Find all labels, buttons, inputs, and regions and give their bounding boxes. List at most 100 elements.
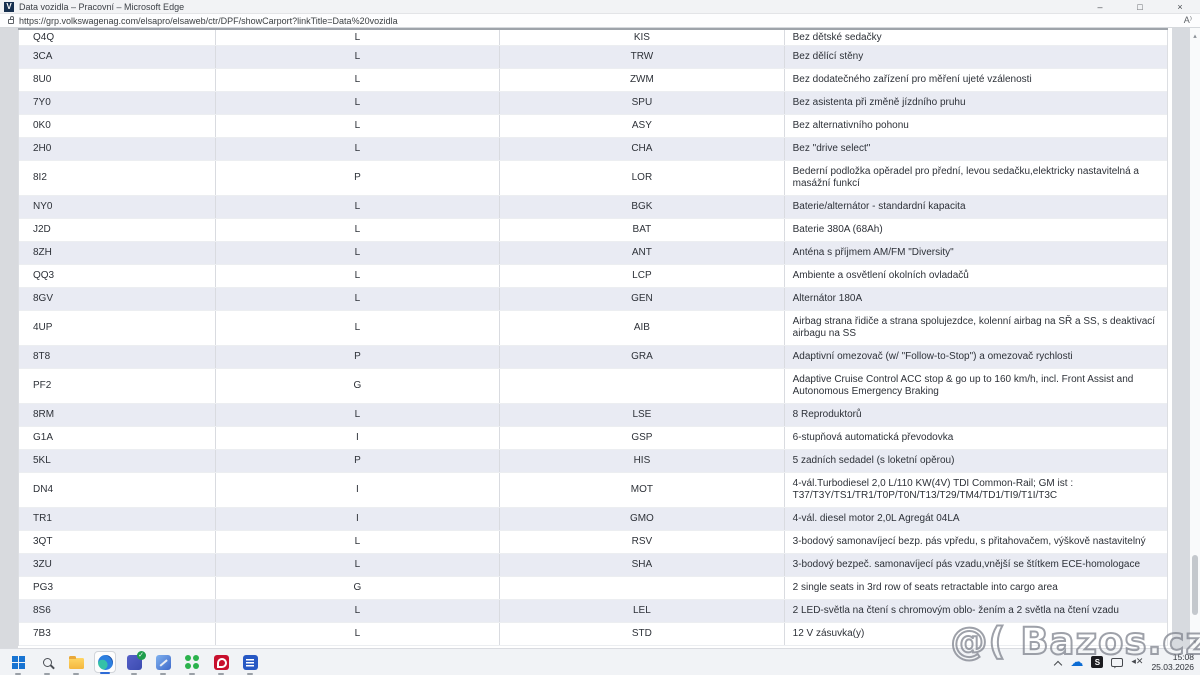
cell-pr-code: 7B3 bbox=[19, 623, 216, 645]
cell-pr-code: G1A bbox=[19, 427, 216, 449]
speaker-muted-icon[interactable]: ◂✕ bbox=[1131, 657, 1143, 667]
cell-description: 3-bodový samonavíjecí bezp. pás vpředu, … bbox=[785, 531, 1167, 553]
cell-description: Adaptive Cruise Control ACC stop & go up… bbox=[785, 369, 1167, 403]
cell-description: Baterie/alternátor - standardní kapacita bbox=[785, 196, 1167, 218]
cell-description: Bez dělící stěny bbox=[785, 46, 1167, 68]
taskbar-document-app-button[interactable] bbox=[239, 651, 261, 673]
taskbar-edge-button[interactable] bbox=[94, 651, 116, 673]
taskbar-explorer-button[interactable] bbox=[65, 651, 87, 673]
start-button[interactable] bbox=[7, 651, 29, 673]
cell-pr-code: 4UP bbox=[19, 311, 216, 345]
taskbar-search-button[interactable] bbox=[36, 651, 58, 673]
onedrive-cloud-icon[interactable]: ☁ bbox=[1070, 656, 1083, 669]
acrobat-icon bbox=[214, 655, 229, 670]
table-row[interactable]: PF2 G Adaptive Cruise Control ACC stop &… bbox=[19, 369, 1167, 404]
cell-pr-code: 3QT bbox=[19, 531, 216, 553]
cell-family: SHA bbox=[500, 554, 784, 576]
table-row[interactable]: 7Y0 L SPU Bez asistenta při změně jízdní… bbox=[19, 92, 1167, 115]
cell-origin: L bbox=[216, 311, 500, 345]
table-row[interactable]: G1A I GSP 6-stupňová automatická převodo… bbox=[19, 427, 1167, 450]
cell-pr-code: 2H0 bbox=[19, 138, 216, 160]
maximize-button[interactable]: □ bbox=[1120, 0, 1160, 13]
cell-pr-code: 8I2 bbox=[19, 161, 216, 195]
taskbar-green-app-button[interactable] bbox=[181, 651, 203, 673]
table-row[interactable]: Q4Q L KIS Bez dětské sedačky bbox=[19, 30, 1167, 46]
table-row[interactable]: DN4 I MOT 4-vál.Turbodiesel 2,0 L/110 KW… bbox=[19, 473, 1167, 508]
table-row[interactable]: QQ3 L LCP Ambiente a osvětlení okolních … bbox=[19, 265, 1167, 288]
cell-description: Bez dodatečného zařízení pro měření ujet… bbox=[785, 69, 1167, 91]
taskbar-portal-button[interactable]: ✓ bbox=[123, 651, 145, 673]
cell-family: GRA bbox=[500, 346, 784, 368]
check-badge-icon: ✓ bbox=[137, 651, 146, 660]
scrollbar-thumb[interactable] bbox=[1192, 555, 1198, 615]
scroll-up-arrow-icon[interactable]: ▴ bbox=[1190, 32, 1200, 40]
table-row[interactable]: NY0 L BGK Baterie/alternátor - standardn… bbox=[19, 196, 1167, 219]
table-row[interactable]: 2H0 L CHA Bez "drive select" bbox=[19, 138, 1167, 161]
table-row[interactable]: 3CA L TRW Bez dělící stěny bbox=[19, 46, 1167, 69]
table-row[interactable]: 8GV L GEN Alternátor 180A bbox=[19, 288, 1167, 311]
cell-family: BAT bbox=[500, 219, 784, 241]
cell-description: 5 zadních sedadel (s loketní opěrou) bbox=[785, 450, 1167, 472]
cell-family: LEL bbox=[500, 600, 784, 622]
cell-family: LSE bbox=[500, 404, 784, 426]
close-button[interactable]: × bbox=[1160, 0, 1200, 13]
cell-origin: L bbox=[216, 288, 500, 310]
table-row[interactable]: 8T8 P GRA Adaptivní omezovač (w/ "Follow… bbox=[19, 346, 1167, 369]
read-aloud-icon[interactable]: A⁾ bbox=[1184, 15, 1200, 26]
pen-app-icon bbox=[156, 655, 171, 670]
table-row[interactable]: 0K0 L ASY Bez alternativního pohonu bbox=[19, 115, 1167, 138]
document-app-icon bbox=[243, 655, 258, 670]
left-gutter bbox=[0, 28, 18, 648]
minimize-button[interactable]: – bbox=[1080, 0, 1120, 13]
table-row[interactable]: 7B3 L STD 12 V zásuvka(y) bbox=[19, 623, 1167, 646]
cell-family: ANT bbox=[500, 242, 784, 264]
table-row[interactable]: PG3 G 2 single seats in 3rd row of seats… bbox=[19, 577, 1167, 600]
cell-pr-code: J2D bbox=[19, 219, 216, 241]
cell-origin: L bbox=[216, 92, 500, 114]
cell-pr-code: Q4Q bbox=[19, 30, 216, 45]
cell-origin: L bbox=[216, 600, 500, 622]
table-row[interactable]: 8U0 L ZWM Bez dodatečného zařízení pro m… bbox=[19, 69, 1167, 92]
tray-chevron-up-icon[interactable] bbox=[1055, 661, 1062, 668]
window-controls: – □ × bbox=[1080, 0, 1200, 13]
address-bar[interactable]: https://grp.volkswagenag.com/elsapro/els… bbox=[0, 14, 1200, 28]
url-text[interactable]: https://grp.volkswagenag.com/elsapro/els… bbox=[19, 16, 1184, 26]
chat-tray-icon[interactable] bbox=[1111, 658, 1123, 667]
cell-family: RSV bbox=[500, 531, 784, 553]
taskbar-clock[interactable]: 15:08 25.03.2026 bbox=[1151, 652, 1194, 672]
vehicle-data-section: Q4Q L KIS Bez dětské sedačky 3CA L TRW B… bbox=[18, 28, 1168, 648]
cell-pr-code: 8T8 bbox=[19, 346, 216, 368]
cell-family: GSP bbox=[500, 427, 784, 449]
folder-icon bbox=[69, 658, 84, 669]
table-row[interactable]: 3QT L RSV 3-bodový samonavíjecí bezp. pá… bbox=[19, 531, 1167, 554]
cell-pr-code: 3ZU bbox=[19, 554, 216, 576]
browser-scrollbar[interactable]: ▴ ▾ bbox=[1190, 28, 1200, 648]
cell-pr-code: 8ZH bbox=[19, 242, 216, 264]
table-row[interactable]: 8I2 P LOR Bederní podložka opěradel pro … bbox=[19, 161, 1167, 196]
cell-origin: L bbox=[216, 554, 500, 576]
table-row[interactable]: 3ZU L SHA 3-bodový bezpeč. samonavíjecí … bbox=[19, 554, 1167, 577]
table-row[interactable]: 8S6 L LEL 2 LED-světla na čtení s chromo… bbox=[19, 600, 1167, 623]
table-row[interactable]: J2D L BAT Baterie 380A (68Ah) bbox=[19, 219, 1167, 242]
scroll-down-arrow-icon[interactable]: ▾ bbox=[1190, 638, 1200, 646]
table-row[interactable]: 8RM L LSE 8 Reproduktorů bbox=[19, 404, 1167, 427]
table-row[interactable]: 8ZH L ANT Anténa s příjmem AM/FM "Divers… bbox=[19, 242, 1167, 265]
cell-origin: G bbox=[216, 577, 500, 599]
table-row[interactable]: 4UP L AIB Airbag strana řidiče a strana … bbox=[19, 311, 1167, 346]
lock-icon[interactable] bbox=[8, 19, 14, 24]
window-titlebar: V Data vozidla – Pracovní – Microsoft Ed… bbox=[0, 0, 1200, 14]
cell-family: KIS bbox=[500, 30, 784, 45]
cell-origin: L bbox=[216, 138, 500, 160]
cell-family: STD bbox=[500, 623, 784, 645]
cell-family: TRW bbox=[500, 46, 784, 68]
cell-origin: G bbox=[216, 369, 500, 403]
taskbar-pen-app-button[interactable] bbox=[152, 651, 174, 673]
cell-origin: I bbox=[216, 473, 500, 507]
table-row[interactable]: TR1 I GMO 4-vál. diesel motor 2,0L Agreg… bbox=[19, 508, 1167, 531]
cell-family: GEN bbox=[500, 288, 784, 310]
s-app-tray-icon[interactable]: S bbox=[1091, 656, 1103, 668]
table-row[interactable]: 5KL P HIS 5 zadních sedadel (s loketní o… bbox=[19, 450, 1167, 473]
cell-description: 6-stupňová automatická převodovka bbox=[785, 427, 1167, 449]
taskbar-acrobat-button[interactable] bbox=[210, 651, 232, 673]
cell-description: 12 V zásuvka(y) bbox=[785, 623, 1167, 645]
